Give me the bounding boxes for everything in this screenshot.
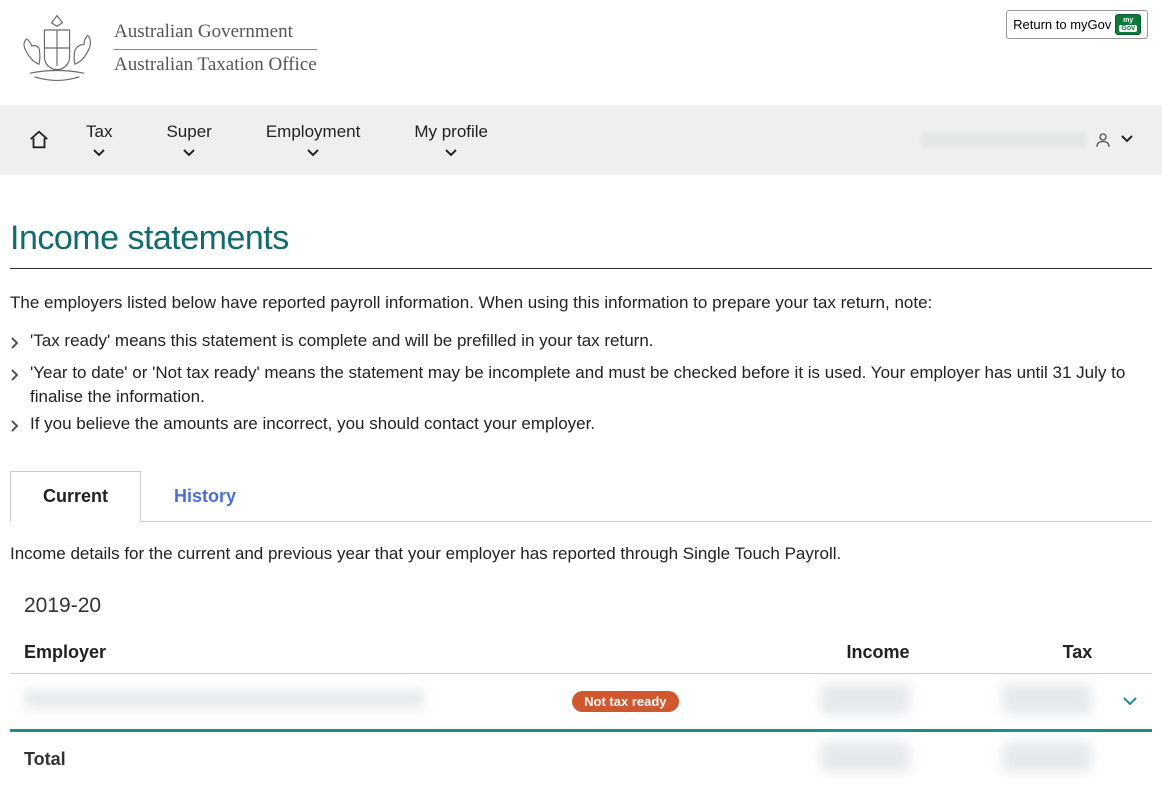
chevron-right-icon: [10, 333, 20, 357]
main-nav: Tax Super Employment My profile: [0, 105, 1162, 175]
user-icon: [1094, 131, 1112, 149]
note-item: 'Tax ready' means this statement is comp…: [10, 329, 1152, 357]
intro-text: The employers listed below have reported…: [10, 293, 1152, 313]
chevron-right-icon: [10, 365, 20, 389]
tab-history[interactable]: History: [141, 471, 269, 522]
title-divider: [10, 268, 1152, 269]
income-table: Employer Income Tax Not tax ready: [10, 632, 1152, 787]
col-tax: Tax: [924, 632, 1107, 674]
tax-redacted: [1002, 684, 1092, 714]
income-redacted: [820, 684, 910, 714]
nav-super[interactable]: Super: [166, 122, 211, 158]
expand-row-chevron-icon[interactable]: [1122, 692, 1138, 711]
chevron-down-icon: [306, 148, 320, 158]
year-heading: 2019-20: [24, 594, 1152, 618]
mygov-icon: myGov: [1115, 14, 1141, 35]
page-title: Income statements: [10, 219, 1152, 258]
return-to-mygov-button[interactable]: Return to myGov myGov: [1006, 10, 1148, 39]
brand-block: Australian Government Australian Taxatio…: [10, 10, 1152, 86]
tabs: Current History: [10, 470, 1152, 522]
col-expand: [1106, 632, 1152, 674]
col-income: Income: [764, 632, 924, 674]
brand-line2: Australian Taxation Office: [114, 54, 317, 76]
user-menu[interactable]: [921, 131, 1134, 149]
table-row: Not tax ready: [10, 674, 1152, 731]
nav-my-profile[interactable]: My profile: [414, 122, 488, 158]
employer-redacted: [24, 690, 424, 708]
nav-tax[interactable]: Tax: [86, 122, 112, 158]
col-status: [558, 632, 764, 674]
brand-text: Australian Government Australian Taxatio…: [114, 21, 317, 76]
status-badge: Not tax ready: [572, 691, 678, 712]
total-label: Total: [10, 731, 558, 788]
total-tax-redacted: [1002, 742, 1092, 772]
tab-description: Income details for the current and previ…: [10, 544, 1152, 564]
chevron-down-icon: [444, 148, 458, 158]
home-icon[interactable]: [28, 129, 50, 151]
tab-current[interactable]: Current: [10, 471, 141, 522]
user-name-redacted: [921, 132, 1086, 148]
chevron-right-icon: [10, 416, 20, 440]
income-cell: [764, 674, 924, 731]
tax-cell: [924, 674, 1107, 731]
total-income-redacted: [820, 742, 910, 772]
total-tax-cell: [924, 731, 1107, 788]
chevron-down-icon: [92, 148, 106, 158]
status-cell: Not tax ready: [558, 674, 764, 731]
return-label: Return to myGov: [1013, 17, 1111, 32]
notes-list: 'Tax ready' means this statement is comp…: [10, 329, 1152, 440]
total-row: Total: [10, 731, 1152, 788]
note-item: If you believe the amounts are incorrect…: [10, 412, 1152, 440]
total-income-cell: [764, 731, 924, 788]
note-item: 'Year to date' or 'Not tax ready' means …: [10, 361, 1152, 409]
chevron-down-icon: [182, 148, 196, 158]
coat-of-arms-icon: [12, 10, 102, 86]
col-employer: Employer: [10, 632, 558, 674]
expand-cell: [1106, 674, 1152, 731]
chevron-down-icon: [1120, 131, 1134, 149]
brand-line1: Australian Government: [114, 21, 317, 50]
employer-cell: [10, 674, 558, 731]
nav-employment[interactable]: Employment: [266, 122, 360, 158]
